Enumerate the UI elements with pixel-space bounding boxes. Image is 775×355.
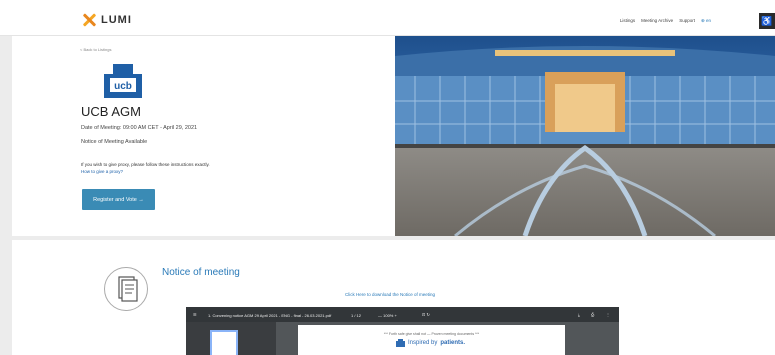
ucb-logo: ucb [104,64,142,98]
ucb-mini-logo-icon [396,339,405,347]
nav-support[interactable]: Support [679,18,695,24]
lumi-x-icon [82,13,97,27]
download-notice-link[interactable]: Click Here to download the Notice of mee… [345,292,435,297]
brand-name: LUMI [101,14,132,26]
nav-listings[interactable]: Listings [620,18,635,24]
download-icon[interactable]: ⤓ [578,312,580,317]
print-icon[interactable]: ⎙ [591,312,594,317]
language-label: en [705,18,711,23]
lumi-logo[interactable]: LUMI [82,13,132,27]
tagline-prefix: Inspired by [408,340,438,346]
notice-available: Notice of Meeting Available [81,139,148,145]
top-nav: Listings Meeting Archive Support ⊕ en [620,18,711,24]
zoom-value: 100% [383,313,394,318]
more-options-icon[interactable]: ⋮ [606,312,610,317]
accessibility-icon: ♿ [761,16,773,26]
document-icon [104,267,148,311]
company-name: UCB AGM [81,104,141,119]
proxy-instructions: If you wish to give proxy, please follow… [81,162,210,167]
register-and-vote-button[interactable]: Register and Vote → [82,189,155,210]
meeting-info-panel: < Back to Listings ucb UCB AGM Date of M… [12,36,395,236]
pdf-viewer[interactable]: ☰ 1. Convening notice AGM 29 April 2021 … [186,307,619,355]
ucb-logo-text: ucb [114,81,132,92]
fit-page-icon[interactable]: ⊡ ↻ [422,312,430,317]
pdf-page: *** Forth safe give shall not — Proven m… [298,325,565,355]
pdf-toolbar: ☰ 1. Convening notice AGM 29 April 2021 … [186,307,619,322]
menu-icon[interactable]: ☰ [193,312,197,317]
pdf-thumbnail-sidebar [186,322,276,355]
nav-meeting-archive[interactable]: Meeting Archive [641,18,673,24]
breadcrumb[interactable]: < Back to Listings [80,47,111,52]
pdf-file-name: 1. Convening notice AGM 29 April 2021 - … [208,313,332,318]
meeting-date: Date of Meeting: 09:00 AM CET - April 29… [81,125,198,131]
hero-building-image [395,36,775,236]
top-bar: LUMI Listings Meeting Archive Support ⊕ … [0,0,775,36]
ucb-tagline: Inspired by patients. [396,339,465,347]
page-thumbnail[interactable] [210,330,238,355]
page-indicator[interactable]: 1 / 12 [351,313,361,318]
building-photo [395,36,775,236]
notice-title: Notice of meeting [162,267,240,278]
language-selector[interactable]: ⊕ en [701,18,711,24]
accessibility-button[interactable]: ♿ [759,13,775,29]
tagline-brand: patients. [440,340,466,346]
zoom-level[interactable]: — 100% + [378,313,397,318]
proxy-help-link[interactable]: How to give a proxy? [81,169,123,174]
pdf-page-header: *** Forth safe give shall not — Proven m… [383,332,480,336]
